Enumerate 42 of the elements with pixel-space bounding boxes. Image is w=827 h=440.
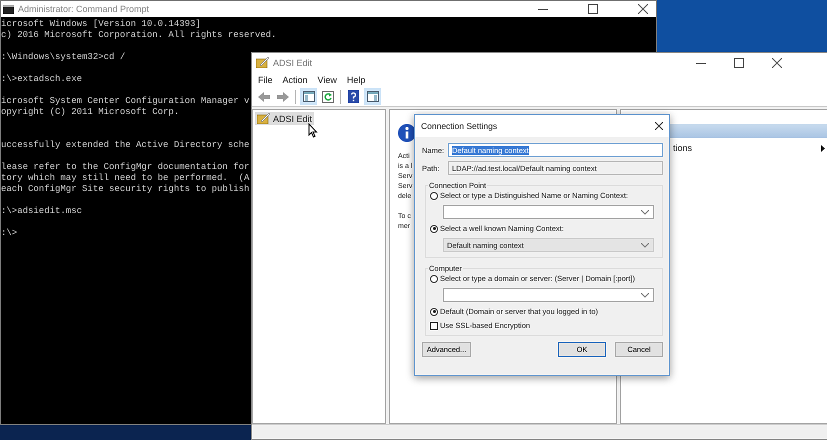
- menu-item[interactable]: View: [318, 74, 337, 84]
- dialog-title: Connection Settings: [421, 121, 498, 131]
- radio-button[interactable]: [430, 274, 438, 282]
- tree-item[interactable]: ADSI Edit: [255, 112, 314, 125]
- console-line: icrosoft System Center Configuration Manager v: [1, 96, 250, 107]
- app-icon: [256, 57, 269, 68]
- console-line: :\>adsiedit.msc: [1, 206, 82, 217]
- console-line: uccessfully extended the Active Directory sche: [1, 140, 250, 151]
- console-line: opyright (C) 2011 Microsoft Corp.: [1, 107, 180, 118]
- close-icon[interactable]: [655, 122, 663, 130]
- console-line: :\Windows\system32>cd /: [1, 52, 126, 63]
- radio-button[interactable]: [430, 308, 438, 316]
- submenu-arrow-icon: [821, 144, 825, 152]
- dropdown-caret-icon[interactable]: [641, 210, 649, 214]
- help-icon[interactable]: [348, 90, 359, 103]
- console-line: each ConfigMgr Site security rights to publish: [1, 184, 250, 195]
- menu-item[interactable]: Action: [282, 74, 308, 84]
- snap-in-icon: [257, 113, 270, 124]
- close-icon[interactable]: [772, 58, 782, 68]
- radio-button[interactable]: [430, 224, 438, 232]
- console-icon: [3, 4, 14, 14]
- action-pane-icon[interactable]: [366, 91, 378, 102]
- tree-pane-icon[interactable]: [302, 91, 314, 102]
- window-title: Administrator: Command Prompt: [18, 4, 150, 14]
- dropdown-caret-icon[interactable]: [641, 292, 649, 298]
- console-line: c) 2016 Microsoft Corporation. All rights reserved.: [1, 30, 276, 41]
- close-icon[interactable]: [638, 4, 648, 14]
- menu-item[interactable]: File: [258, 74, 273, 84]
- checkbox[interactable]: [430, 322, 438, 330]
- maximize-icon[interactable]: [734, 58, 744, 68]
- maximize-icon[interactable]: [588, 4, 598, 14]
- window-title: ADSI Edit: [273, 58, 312, 68]
- console-line: :\>extadsch.exe: [1, 74, 82, 85]
- radio-button[interactable]: [430, 192, 438, 200]
- menu-item[interactable]: Help: [346, 74, 366, 84]
- console-line: icrosoft Windows [Version 10.0.14393]: [1, 19, 201, 30]
- action-pane-item[interactable]: tions: [673, 143, 825, 153]
- console-line: tory which may still need to be performed. (A: [1, 173, 250, 184]
- console-line: lease refer to the ConfigMgr documentation for: [1, 162, 250, 173]
- cursor-icon: [308, 123, 318, 138]
- refresh-icon[interactable]: [322, 90, 334, 102]
- console-line: :\>: [1, 228, 18, 239]
